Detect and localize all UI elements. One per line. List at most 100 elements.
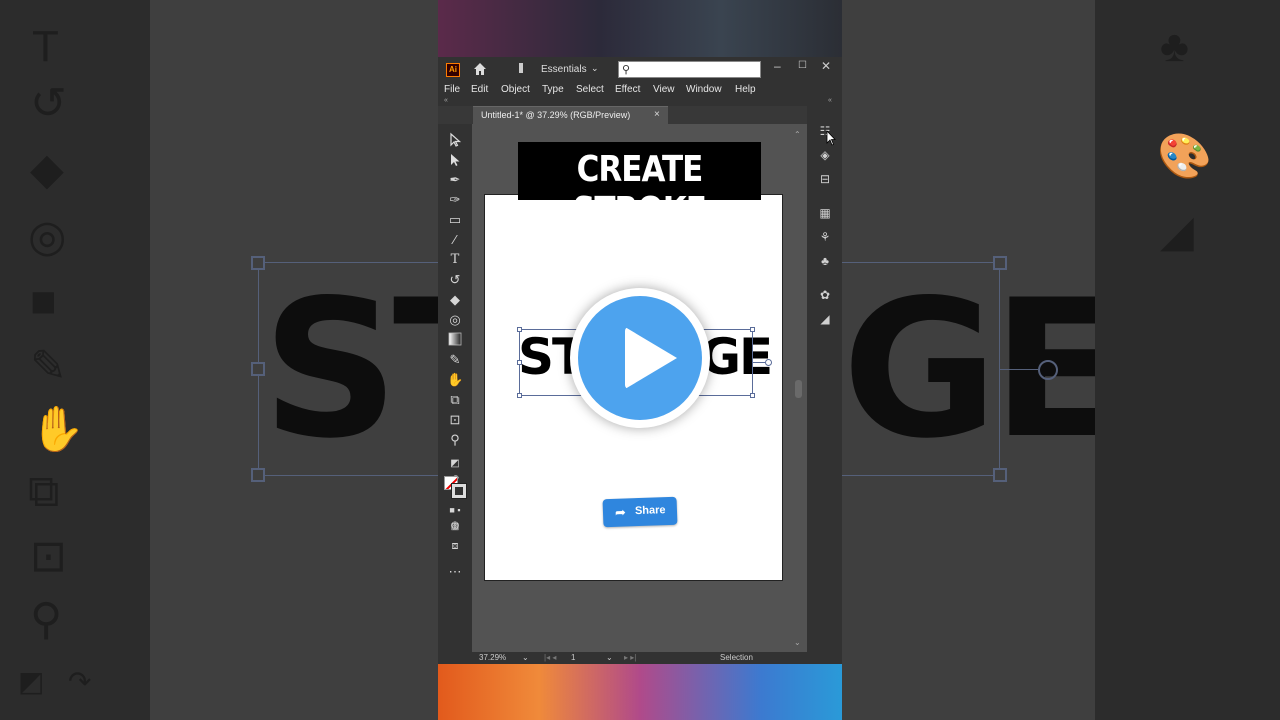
share-button[interactable]: ➦ Share [602, 496, 678, 528]
fill-stroke-icon[interactable] [444, 476, 467, 499]
screen-mode-icon[interactable]: ⧈ [447, 538, 463, 554]
tools-panel: ✒ ✑ ▭ ⁄ T ↺ ◆ ◎ ✎ ✋ ⧉ ⊡ ⚲ ◩ ↶ ■ ▪ ▨ ◍ ⧈ … [438, 124, 472, 664]
shape-builder-icon[interactable]: ◎ [447, 312, 463, 328]
search-icon: ⚲ [622, 64, 631, 76]
close-tab-icon[interactable]: × [654, 109, 660, 120]
gradient-icon[interactable] [447, 332, 463, 348]
play-icon [625, 327, 677, 389]
club-icon[interactable]: ♣ [818, 254, 832, 268]
brushes-icon[interactable]: ✿ [818, 288, 832, 302]
search-input[interactable] [639, 63, 757, 76]
gradient-panel-icon[interactable]: ◢ [818, 312, 832, 326]
background-right-rotate-handle [1038, 360, 1058, 380]
maximize-button[interactable]: ☐ [798, 60, 807, 71]
symbols-icon[interactable]: ⚘ [818, 230, 832, 244]
app-logo: Ai [446, 63, 460, 77]
bg-artboard-icon: ⊡ [30, 532, 67, 581]
play-button[interactable] [570, 288, 710, 428]
home-icon[interactable] [472, 61, 488, 77]
menu-edit[interactable]: Edit [471, 84, 488, 95]
document-tab-title: Untitled-1* @ 37.29% (RGB/Preview) [481, 110, 631, 120]
menu-window[interactable]: Window [686, 84, 722, 95]
artboard-icon[interactable]: ⊡ [447, 412, 463, 428]
title-bar: Ai Essentials ⌄ ⚲ – ☐ ✕ [438, 57, 842, 82]
workspace-switcher[interactable]: Essentials [541, 64, 587, 75]
bg-gradient-icon: ◢ [1160, 207, 1194, 256]
menu-object[interactable]: Object [501, 84, 530, 95]
selection-icon[interactable] [447, 132, 463, 148]
paintbrush-icon[interactable]: ⁄ [447, 232, 463, 248]
pen-icon[interactable]: ✒ [447, 172, 463, 188]
puppet-warp-icon[interactable]: ✋ [447, 372, 463, 388]
document-tab[interactable]: Untitled-1* @ 37.29% (RGB/Preview) × [473, 106, 668, 124]
eyedropper-icon[interactable]: ✎ [447, 352, 463, 368]
menu-help[interactable]: Help [735, 84, 756, 95]
share-arrow-icon: ➦ [614, 504, 627, 520]
zoom-chevron-icon[interactable]: ⌄ [522, 653, 529, 662]
selection-handle[interactable] [750, 393, 755, 398]
close-window-button[interactable]: ✕ [821, 59, 831, 73]
search-box[interactable]: ⚲ [618, 61, 761, 78]
blend-icon[interactable]: ⧉ [447, 392, 463, 408]
menu-type[interactable]: Type [542, 84, 564, 95]
bottom-decoration [438, 664, 842, 720]
bg-gradient-icon: ■ [30, 277, 57, 326]
eraser-icon[interactable]: ◆ [447, 292, 463, 308]
first-artboard-icon[interactable]: |◂ ◂ [544, 653, 556, 662]
scroll-down-icon[interactable]: ⌄ [794, 638, 801, 647]
rotate-icon[interactable]: ↺ [447, 272, 463, 288]
draw-mode-icon[interactable]: ◍ [447, 518, 463, 534]
zoom-icon[interactable]: ⚲ [447, 432, 463, 448]
collapse-left-icon[interactable]: « [444, 97, 448, 104]
rectangle-icon[interactable]: ▭ [447, 212, 463, 228]
bg-rotate-icon: ↺ [30, 79, 67, 128]
type-icon[interactable]: T [447, 252, 463, 268]
curvature-icon[interactable]: ✑ [447, 192, 463, 208]
current-tool-name: Selection [720, 653, 753, 662]
menu-view[interactable]: View [653, 84, 675, 95]
bg-swap-icon: ◩ [18, 666, 45, 697]
background-left: T ↺ ◆ ◎ ■ ✎ ✋ ⧉ ⊡ ⚲ ◩ ↷ ST [0, 0, 438, 720]
libraries-icon[interactable]: ⊟ [818, 172, 832, 186]
artboard-number[interactable]: 1 [571, 653, 575, 662]
rotate-handle-circle[interactable] [765, 359, 772, 366]
menu-select[interactable]: Select [576, 84, 604, 95]
workspace-icon [519, 63, 523, 73]
share-label: Share [634, 504, 666, 518]
background-right-rotate-line [1000, 369, 1038, 370]
selection-handle[interactable] [517, 327, 522, 332]
rotate-handle[interactable] [753, 362, 765, 363]
background-left-text: ST [262, 259, 438, 480]
scroll-up-icon[interactable]: ⌃ [794, 130, 801, 139]
scroll-thumb[interactable] [795, 380, 802, 398]
vertical-scrollbar[interactable]: ⌃ ⌄ [794, 130, 803, 650]
selection-handle[interactable] [750, 327, 755, 332]
minimize-button[interactable]: – [774, 59, 781, 73]
bg-palette-icon: 🎨 [1157, 132, 1212, 181]
chevron-down-icon[interactable]: ⌄ [591, 63, 599, 74]
color-mode-icon[interactable]: ■ ▪ ▨ [447, 502, 463, 531]
play-button-circle [578, 296, 702, 420]
artboard-chevron-icon[interactable]: ⌄ [606, 653, 613, 662]
collapse-right-icon[interactable]: « [828, 97, 832, 104]
menu-file[interactable]: File [444, 84, 460, 95]
selection-handle[interactable] [517, 393, 522, 398]
stroke-swatch[interactable] [451, 483, 467, 499]
zoom-level[interactable]: 37.29% [479, 653, 506, 662]
background-right-panel: ♣ 🎨 ◢ [1095, 0, 1280, 720]
right-panel-dock: ☷ ◈ ⊟ ▦ ⚘ ♣ ✿ ◢ [807, 106, 842, 664]
bg-type-icon: T [32, 22, 59, 71]
selection-handle[interactable] [517, 360, 522, 365]
menu-effect[interactable]: Effect [615, 84, 640, 95]
more-tools-icon[interactable]: ⋯ [447, 564, 463, 580]
last-artboard-icon[interactable]: ▸ ▸| [624, 653, 636, 662]
bg-puppet-icon: ✋ [30, 405, 85, 454]
layers-icon[interactable]: ◈ [818, 148, 832, 162]
background-right-text: GE [842, 259, 1122, 480]
background-left-toolbar: T ↺ ◆ ◎ ■ ✎ ✋ ⧉ ⊡ ⚲ ◩ ↷ [0, 0, 150, 720]
swap-colors-icon[interactable]: ◩ ↶ [447, 456, 463, 485]
direct-selection-icon[interactable] [447, 152, 463, 168]
status-bar: 37.29% ⌄ |◂ ◂ 1 ⌄ ▸ ▸| Selection [472, 652, 807, 664]
align-icon[interactable]: ▦ [818, 206, 832, 220]
document-tab-bar: Untitled-1* @ 37.29% (RGB/Preview) × [438, 106, 842, 124]
